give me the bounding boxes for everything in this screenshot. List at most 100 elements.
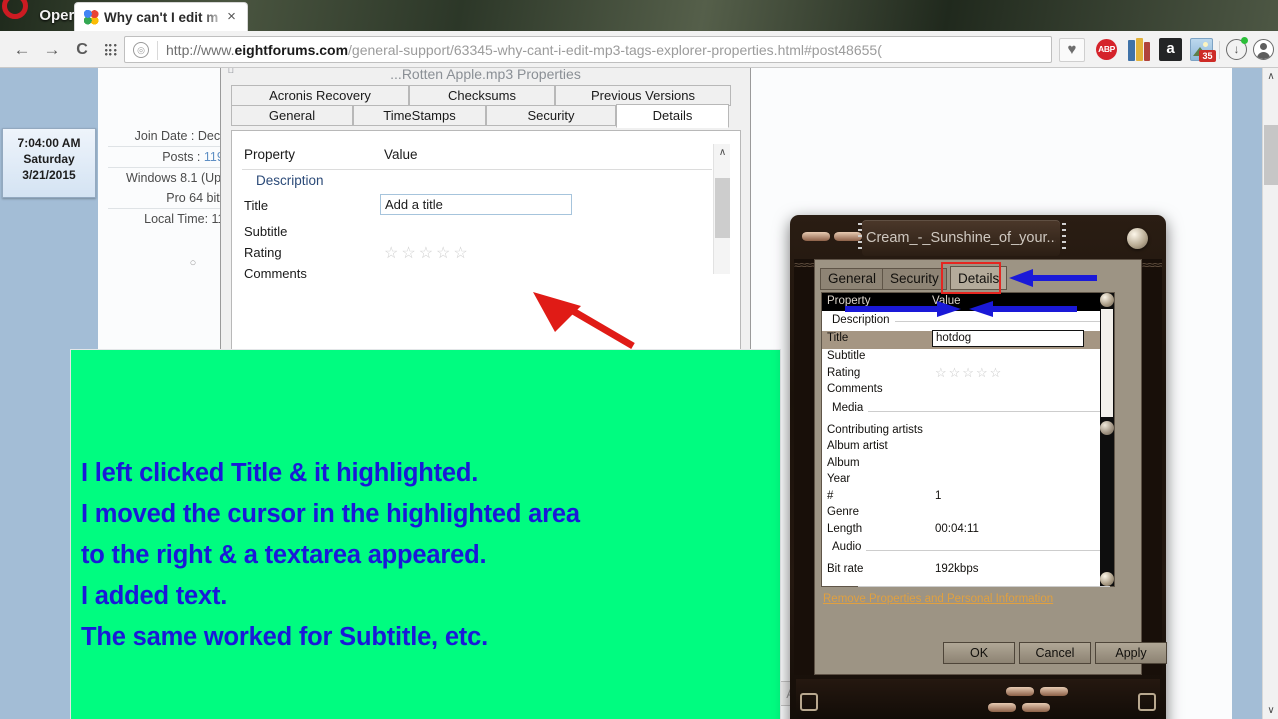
ornate-list-header: Property Value (822, 293, 1114, 311)
group-description: Description (822, 311, 1114, 331)
group-label-description: Description (256, 173, 330, 188)
row-genre[interactable]: Genre (822, 505, 1114, 522)
address-bar[interactable]: ◎ http://www.eightforums.com/general-sup… (124, 36, 1052, 63)
remove-properties-link[interactable]: Remove Properties and Personal Informati… (823, 591, 1103, 607)
row-comments[interactable]: Comments (242, 264, 712, 285)
tab-details[interactable]: Details (616, 104, 729, 128)
row-label-comments: Comments (244, 266, 307, 281)
rating-stars-icon[interactable]: ☆☆☆☆☆ (384, 243, 471, 263)
tab-timestamps[interactable]: TimeStamps (353, 105, 486, 126)
tab-checksums[interactable]: Checksums (409, 85, 555, 106)
footer-clip-right-icon (1138, 693, 1156, 711)
annotation-line-3: to the right & a textarea appeared. (81, 541, 487, 569)
left-ornament-strip: ≈≈≈≈≈≈≈≈≈≈≈≈≈≈≈≈≈≈≈≈≈≈≈≈≈≈≈≈≈≈≈≈ (794, 259, 814, 675)
toolbar-divider (1219, 41, 1220, 59)
amazon-icon[interactable]: a (1159, 38, 1182, 61)
row-label-album: Album (827, 456, 860, 469)
window-controls-icon[interactable] (700, 68, 740, 75)
annotation-line-2: I moved the cursor in the highlighted ar… (81, 500, 580, 528)
footer-clip-left-icon (800, 693, 818, 711)
background-dialog-tabs: Acronis Recovery Checksums Previous Vers… (231, 85, 741, 131)
row-subtitle[interactable]: Subtitle (242, 222, 712, 243)
scrollbar-grip-icon[interactable] (1100, 421, 1114, 435)
group-label-description: Description (832, 314, 895, 326)
back-arrow-icon[interactable]: ← (12, 40, 32, 60)
row-label-rating: Rating (244, 245, 282, 260)
row-value-bit-rate: 192kbps (935, 563, 979, 575)
row-album[interactable]: Album (822, 456, 1114, 473)
rating-stars-icon[interactable]: ☆☆☆☆☆ (935, 365, 1003, 381)
reload-icon[interactable]: C (72, 40, 92, 60)
right-ornament-strip: ≈≈≈≈≈≈≈≈≈≈≈≈≈≈≈≈≈≈≈≈≈≈≈≈≈≈≈≈≈≈≈≈ (1142, 259, 1162, 675)
posts-label: Posts : (162, 150, 204, 164)
scroll-up-arrow-icon[interactable]: ∧ (1263, 68, 1278, 85)
browser-tab-title: Why can't I edit m (104, 10, 219, 25)
row-value-length: 00:04:11 (935, 522, 979, 535)
column-header-value: Value (932, 295, 961, 307)
row-subtitle[interactable]: Subtitle (822, 349, 1114, 366)
scrollbar-thumb[interactable] (715, 178, 730, 238)
tab-security[interactable]: Security (486, 105, 616, 126)
row-value-track-number: 1 (935, 489, 942, 502)
row-label-title: Title (827, 332, 849, 344)
row-contributing-artists[interactable]: Contributing artists (822, 423, 1114, 440)
group-description: Description (242, 170, 712, 196)
tab-general[interactable]: General (231, 105, 353, 126)
profile-icon[interactable] (1253, 39, 1274, 60)
browser-tab-active[interactable]: Why can't I edit m × (74, 2, 248, 31)
tab-general[interactable]: General (820, 268, 885, 290)
forward-arrow-icon[interactable]: → (42, 40, 62, 60)
page-info-icon[interactable]: ◎ (133, 42, 149, 58)
annotation-line-4: I added text. (81, 582, 228, 610)
green-annotation-callout: I left clicked Title & it highlighted. I… (70, 349, 781, 719)
row-rating[interactable]: Rating ☆☆☆☆☆ (822, 365, 1114, 383)
screenshot-root: Opera Why can't I edit m × ← → C ◎ http:… (0, 0, 1278, 719)
row-length[interactable]: Length 00:04:11 (822, 522, 1114, 539)
adblock-plus-icon[interactable]: ABP (1096, 39, 1117, 60)
row-bit-rate[interactable]: Bit rate 192kbps (822, 562, 1114, 582)
background-list-header: Property Value (242, 144, 712, 170)
tab-security[interactable]: Security (882, 268, 947, 290)
tab-acronis-recovery[interactable]: Acronis Recovery (231, 85, 409, 106)
ornate-titlebar[interactable]: Cream_-_Sunshine_of_your... (796, 220, 1160, 256)
ornate-dialog-body: General Security Details Property Value … (814, 259, 1167, 675)
row-label-genre: Genre (827, 506, 859, 518)
close-icon[interactable]: × (224, 9, 239, 25)
bookmarks-icon[interactable] (1128, 38, 1150, 61)
clock-gadget: 7:04:00 AM Saturday 3/21/2015 (2, 128, 96, 198)
row-album-artist[interactable]: Album artist (822, 439, 1114, 456)
scroll-up-arrow-icon[interactable]: ∧ (714, 144, 731, 161)
row-title[interactable]: Title Add a title (242, 194, 712, 222)
page-viewport: Join Date : Dec 2012 Posts : 119 Windows… (0, 68, 1278, 719)
scroll-down-arrow-icon[interactable]: ∨ (1263, 702, 1278, 719)
close-knob-icon[interactable] (1127, 228, 1148, 249)
speed-dial-grid-icon[interactable] (100, 40, 120, 60)
row-comments[interactable]: Comments (822, 382, 1114, 399)
tab-previous-versions[interactable]: Previous Versions (555, 85, 731, 106)
row-rating[interactable]: Rating ☆☆☆☆☆ (242, 243, 712, 264)
scroll-up-knob-icon[interactable] (1100, 293, 1114, 307)
page-scrollbar-thumb[interactable] (1264, 125, 1278, 185)
browser-navbar: ← → C ◎ http://www.eightforums.com/gener… (0, 31, 1278, 68)
ornate-apply-button[interactable]: Apply (1095, 642, 1167, 664)
ornate-properties-window: Cream_-_Sunshine_of_your... ≈≈≈≈≈≈≈≈≈≈≈≈… (790, 215, 1167, 719)
url-path: /general-support/63345-why-cant-i-edit-m… (348, 42, 882, 58)
ornate-cancel-button[interactable]: Cancel (1019, 642, 1091, 664)
title-textbox-active[interactable]: hotdog (932, 330, 1084, 347)
ornate-list-scrollbar[interactable] (1100, 293, 1114, 586)
ornate-ok-button[interactable]: OK (943, 642, 1015, 664)
background-list-scrollbar[interactable]: ∧ (713, 144, 730, 274)
row-year[interactable]: Year (822, 472, 1114, 489)
row-label-comments: Comments (827, 383, 883, 395)
row-title-selected[interactable]: Title hotdog (822, 330, 1114, 349)
heart-icon[interactable]: ♥ (1059, 38, 1085, 62)
title-textbox[interactable]: Add a title (380, 194, 572, 215)
group-label-media: Media (832, 401, 869, 414)
group-media: Media (822, 399, 1114, 423)
row-track-number[interactable]: # 1 (822, 489, 1114, 506)
page-scrollbar[interactable]: ∧ ∨ (1262, 68, 1278, 719)
background-dialog-title: ...Rotten Apple.mp3 Properties (390, 68, 581, 82)
annotation-line-5: The same worked for Subtitle, etc. (81, 623, 488, 651)
scrollbar-thumb[interactable] (1101, 309, 1113, 417)
scroll-down-knob-icon[interactable] (1100, 572, 1114, 586)
